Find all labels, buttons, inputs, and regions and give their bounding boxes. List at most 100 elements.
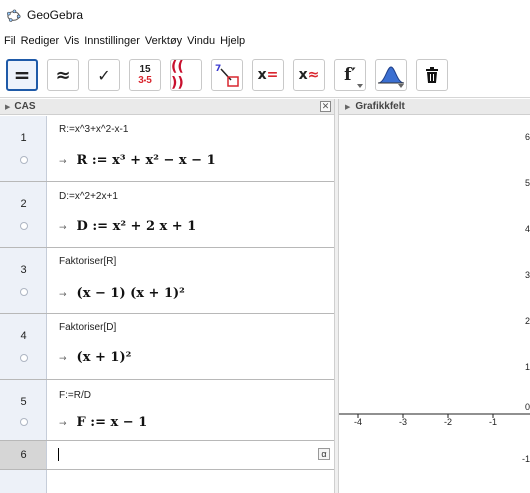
cas-row-6[interactable]: 6 α: [0, 441, 334, 470]
row-number-cell[interactable]: 2: [0, 182, 47, 247]
alpha-keyboard-button[interactable]: α: [318, 448, 330, 460]
x-tick-label: -1: [489, 417, 497, 427]
title-bar: GeoGebra: [0, 0, 530, 30]
geogebra-logo-icon: [7, 9, 21, 22]
menu-help[interactable]: Hjelp: [220, 35, 245, 47]
y-tick-label: 0: [525, 402, 530, 412]
collapse-arrow-icon[interactable]: ▶: [345, 103, 350, 111]
row-visibility-toggle[interactable]: [20, 354, 28, 362]
expand-tool-button[interactable]: (( )): [170, 59, 202, 91]
dropdown-triangle-icon: [398, 84, 404, 88]
y-tick-label: 1: [525, 362, 530, 372]
menu-options[interactable]: Innstillinger: [84, 35, 140, 47]
menu-window[interactable]: Vindu: [187, 35, 215, 47]
output-arrow-icon: →: [59, 354, 67, 364]
keep-input-tool-button[interactable]: ✓: [88, 59, 120, 91]
output-expression: (x + 1)²: [76, 350, 132, 365]
cas-row-4[interactable]: 4 Faktoriser[D] → (x + 1)²: [0, 314, 334, 380]
probability-tool-button[interactable]: [375, 59, 407, 91]
row-number-cell[interactable]: 1: [0, 116, 47, 181]
graphics-view-header: ▶ Grafikkfelt: [339, 99, 530, 115]
output-arrow-icon: →: [59, 157, 67, 167]
row-visibility-toggle[interactable]: [20, 418, 28, 426]
toolbar: = ≈ ✓ 15 3•5 (( )) 7 x= x≈ f′: [0, 52, 530, 98]
svg-text:7: 7: [215, 64, 221, 74]
output-expression: (x − 1) (x + 1)²: [76, 286, 185, 301]
menu-tools[interactable]: Verktøy: [145, 35, 182, 47]
cas-row-3[interactable]: 3 Faktoriser[R] → (x − 1) (x + 1)²: [0, 248, 334, 314]
y-tick-label: 6: [525, 132, 530, 142]
equals-icon: =: [13, 63, 31, 87]
x-tick-label: -3: [399, 417, 407, 427]
delete-tool-button[interactable]: [416, 59, 448, 91]
graphics-view-title: Grafikkfelt: [355, 101, 405, 112]
window-title: GeoGebra: [27, 8, 84, 22]
cas-output: → D := x² + 2 x + 1: [59, 219, 196, 234]
cas-input[interactable]: R:=x^3+x^2-x-1: [59, 124, 128, 135]
cas-view-title: CAS: [14, 101, 36, 112]
row-number: 3: [20, 264, 27, 276]
row-number: 5: [20, 396, 27, 408]
menu-file[interactable]: Fil: [4, 35, 16, 47]
numeric-tool-button[interactable]: ≈: [47, 59, 79, 91]
row-number-cell[interactable]: 3: [0, 248, 47, 313]
row-number-cell[interactable]: 4: [0, 314, 47, 379]
close-view-button[interactable]: ✕: [320, 101, 331, 112]
factor-number-bottom: 3•5: [138, 74, 152, 86]
y-tick-label: 4: [525, 224, 530, 234]
row-number: 1: [20, 132, 27, 144]
checkmark-icon: ✓: [97, 65, 111, 85]
cas-input[interactable]: F:=R/D: [59, 390, 91, 401]
approx-icon: ≈: [55, 64, 71, 86]
factor-number-top: 15: [139, 63, 151, 75]
derivative-icon: f′: [344, 65, 356, 85]
graphics-view[interactable]: -4 -3 -2 -1 6 5 4 3 2 1 0 -1: [339, 116, 530, 493]
menu-view[interactable]: Vis: [64, 35, 79, 47]
row-visibility-toggle[interactable]: [20, 156, 28, 164]
trash-icon: [426, 67, 438, 83]
row-header-filler: [0, 470, 47, 493]
menu-edit[interactable]: Rediger: [21, 35, 60, 47]
collapse-arrow-icon[interactable]: ▶: [5, 103, 10, 111]
x-tick-label: -2: [444, 417, 452, 427]
y-tick-label: 5: [525, 178, 530, 188]
evaluate-tool-button[interactable]: =: [6, 59, 38, 91]
solve-numeric-tool-button[interactable]: x≈: [293, 59, 325, 91]
y-tick-label: 3: [525, 270, 530, 280]
output-arrow-icon: →: [59, 223, 67, 233]
row-number: 2: [20, 198, 27, 210]
cas-output: → (x − 1) (x + 1)²: [59, 286, 185, 301]
row-number: 4: [20, 330, 27, 342]
output-expression: R := x³ + x² − x − 1: [76, 153, 216, 168]
cas-input[interactable]: Faktoriser[D]: [59, 322, 116, 333]
solve-numeric-icon: x≈: [298, 67, 320, 83]
expand-icon: (( )): [171, 59, 184, 91]
cas-output: → (x + 1)²: [59, 350, 131, 365]
x-tick-label: -4: [354, 417, 362, 427]
row-number: 6: [20, 449, 27, 461]
y-tick-label: 2: [525, 316, 530, 326]
output-arrow-icon: →: [59, 290, 67, 300]
cas-input[interactable]: D:=x^2+2x+1: [59, 191, 118, 202]
cas-row-5[interactable]: 5 F:=R/D → F := x − 1: [0, 380, 334, 441]
solve-tool-button[interactable]: x=: [252, 59, 284, 91]
text-cursor: [58, 448, 59, 461]
row-number-cell[interactable]: 6: [0, 441, 47, 469]
y-tick-label: -1: [522, 454, 530, 464]
row-visibility-toggle[interactable]: [20, 222, 28, 230]
cas-view: 1 R:=x^3+x^2-x-1 → R := x³ + x² − x − 1 …: [0, 116, 334, 493]
derivative-tool-button[interactable]: f′: [334, 59, 366, 91]
substitute-tool-button[interactable]: 7: [211, 59, 243, 91]
graphics-canvas[interactable]: -4 -3 -2 -1 6 5 4 3 2 1 0 -1: [339, 116, 530, 493]
output-expression: D := x² + 2 x + 1: [76, 219, 197, 234]
cas-row-1[interactable]: 1 R:=x^3+x^2-x-1 → R := x³ + x² − x − 1: [0, 116, 334, 182]
row-number-cell[interactable]: 5: [0, 380, 47, 440]
row-visibility-toggle[interactable]: [20, 288, 28, 296]
cas-input[interactable]: Faktoriser[R]: [59, 256, 116, 267]
factor-number-tool-button[interactable]: 15 3•5: [129, 59, 161, 91]
dropdown-triangle-icon: [357, 84, 363, 88]
output-expression: F := x − 1: [76, 415, 148, 430]
cas-output: → F := x − 1: [59, 415, 147, 430]
cas-row-2[interactable]: 2 D:=x^2+2x+1 → D := x² + 2 x + 1: [0, 182, 334, 248]
substitute-icon: 7: [215, 64, 239, 87]
